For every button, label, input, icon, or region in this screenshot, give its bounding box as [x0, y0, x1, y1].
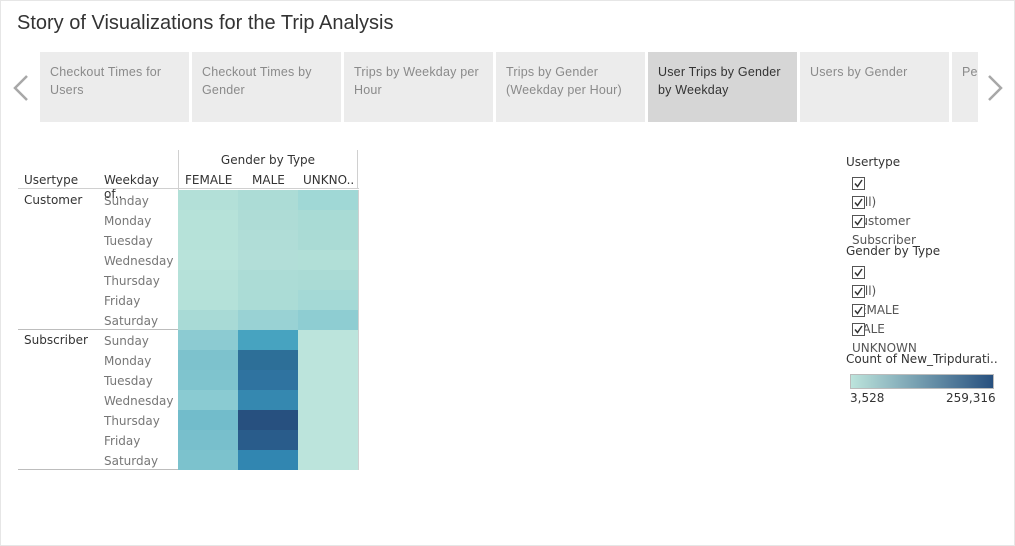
weekday-label[interactable]: Friday: [104, 294, 140, 308]
heatmap-cell[interactable]: [238, 450, 298, 470]
heatmap-cell[interactable]: [178, 250, 238, 270]
gender-filter-female[interactable]: FEMALE: [852, 283, 899, 317]
story-title: Story of Visualizations for the Trip Ana…: [17, 12, 394, 34]
heatmap-cell[interactable]: [238, 290, 298, 310]
heatmap-cell[interactable]: [238, 230, 298, 250]
heatmap-cell[interactable]: [298, 250, 358, 270]
previous-arrow-icon[interactable]: [10, 68, 32, 108]
weekday-label[interactable]: Monday: [104, 354, 151, 368]
heatmap-cell[interactable]: [178, 370, 238, 390]
weekday-label[interactable]: Saturday: [104, 454, 158, 468]
heatmap-cell[interactable]: [178, 390, 238, 410]
usertype-filter-title: Usertype: [846, 155, 901, 169]
weekday-label[interactable]: Sunday: [104, 194, 149, 208]
heatmap-cell[interactable]: [298, 230, 358, 250]
heatmap-cell[interactable]: [178, 450, 238, 470]
weekday-label[interactable]: Wednesday: [104, 394, 173, 408]
heatmap-cell[interactable]: [238, 310, 298, 330]
heatmap-cell[interactable]: [178, 190, 238, 210]
heatmap-cell[interactable]: [298, 450, 358, 470]
usertype-filter-subscriber[interactable]: Subscriber: [852, 213, 916, 247]
weekday-label[interactable]: Monday: [104, 214, 151, 228]
checkbox-checked-icon[interactable]: [852, 215, 865, 228]
weekday-label[interactable]: Sunday: [104, 334, 149, 348]
heatmap-cell[interactable]: [238, 330, 298, 350]
heatmap-cell[interactable]: [238, 410, 298, 430]
weekday-label[interactable]: Thursday: [104, 274, 160, 288]
heatmap-cell[interactable]: [298, 330, 358, 350]
heatmap-cell[interactable]: [238, 350, 298, 370]
weekday-label[interactable]: Tuesday: [104, 374, 153, 388]
story-tab-partial[interactable]: Pe: [952, 52, 978, 122]
checkbox-checked-icon[interactable]: [852, 266, 865, 279]
heatmap-cell[interactable]: [298, 370, 358, 390]
heatmap-cell[interactable]: [298, 210, 358, 230]
heatmap-cell[interactable]: [298, 310, 358, 330]
color-legend-max: 259,316: [946, 391, 996, 405]
heatmap-cell[interactable]: [298, 410, 358, 430]
column-header-unknown[interactable]: UNKNO..: [303, 173, 354, 187]
heatmap-cell[interactable]: [238, 210, 298, 230]
story-tab-checkout-times-gender[interactable]: Checkout Times by Gender: [192, 52, 341, 122]
color-legend-min: 3,528: [850, 391, 885, 405]
heatmap-cell[interactable]: [178, 210, 238, 230]
weekday-label[interactable]: Saturday: [104, 314, 158, 328]
heatmap-cell[interactable]: [298, 350, 358, 370]
heatmap-cell[interactable]: [298, 270, 358, 290]
heatmap-cell[interactable]: [238, 430, 298, 450]
story-tab-trips-gender-weekday[interactable]: Trips by Gender (Weekday per Hour): [496, 52, 645, 122]
heatmap-cell[interactable]: [178, 270, 238, 290]
gender-filter-all[interactable]: (All): [852, 264, 876, 298]
story-tab-checkout-times-users[interactable]: Checkout Times for Users: [40, 52, 189, 122]
heatmap-cell[interactable]: [238, 370, 298, 390]
usertype-filter-customer[interactable]: Customer: [852, 194, 910, 228]
heatmap-cell[interactable]: [298, 190, 358, 210]
checkbox-checked-icon[interactable]: [852, 196, 865, 209]
heatmap-cell[interactable]: [298, 430, 358, 450]
heatmap-cell[interactable]: [178, 310, 238, 330]
heatmap-cell[interactable]: [178, 290, 238, 310]
heatmap-cell[interactable]: [178, 410, 238, 430]
row-header-usertype[interactable]: Usertype: [24, 173, 78, 187]
weekday-label[interactable]: Friday: [104, 434, 140, 448]
checkbox-checked-icon[interactable]: [852, 177, 865, 190]
checkbox-checked-icon[interactable]: [852, 285, 865, 298]
heatmap-cell[interactable]: [178, 430, 238, 450]
header-divider: [18, 188, 359, 189]
usertype-label-subscriber[interactable]: Subscriber: [24, 333, 88, 347]
weekday-label[interactable]: Tuesday: [104, 234, 153, 248]
story-point-navigator: Checkout Times for Users Checkout Times …: [40, 52, 978, 122]
gender-filter-male[interactable]: MALE: [852, 302, 885, 336]
weekday-label[interactable]: Thursday: [104, 414, 160, 428]
heatmap-cell[interactable]: [238, 190, 298, 210]
heatmap-cell[interactable]: [178, 330, 238, 350]
story-tab-trips-weekday-hour[interactable]: Trips by Weekday per Hour: [344, 52, 493, 122]
heatmap-cell[interactable]: [178, 230, 238, 250]
heatmap-cell[interactable]: [298, 290, 358, 310]
story-tab-user-trips-gender-weekday[interactable]: User Trips by Gender by Weekday: [648, 52, 797, 122]
heatmap-cell[interactable]: [298, 390, 358, 410]
checkbox-checked-icon[interactable]: [852, 323, 865, 336]
color-ramp: [850, 374, 994, 389]
story-tab-users-by-gender[interactable]: Users by Gender: [800, 52, 949, 122]
heatmap-cell[interactable]: [178, 350, 238, 370]
column-header-male[interactable]: MALE: [252, 173, 285, 187]
checkbox-checked-icon[interactable]: [852, 304, 865, 317]
heatmap-cell[interactable]: [238, 270, 298, 290]
color-legend-title: Count of New_Tripdurati..: [846, 352, 998, 366]
usertype-filter-all[interactable]: (All): [852, 175, 876, 209]
gender-filter-title: Gender by Type: [846, 244, 941, 258]
next-arrow-icon[interactable]: [984, 68, 1006, 108]
weekday-label[interactable]: Wednesday: [104, 254, 173, 268]
gender-filter-unknown[interactable]: UNKNOWN: [852, 321, 917, 355]
usertype-label-customer[interactable]: Customer: [24, 193, 82, 207]
heatmap-cell[interactable]: [238, 250, 298, 270]
heatmap-cell[interactable]: [238, 390, 298, 410]
heatmap-grid: [178, 190, 359, 470]
column-group-label: Gender by Type: [220, 153, 316, 167]
column-header-female[interactable]: FEMALE: [185, 173, 232, 187]
